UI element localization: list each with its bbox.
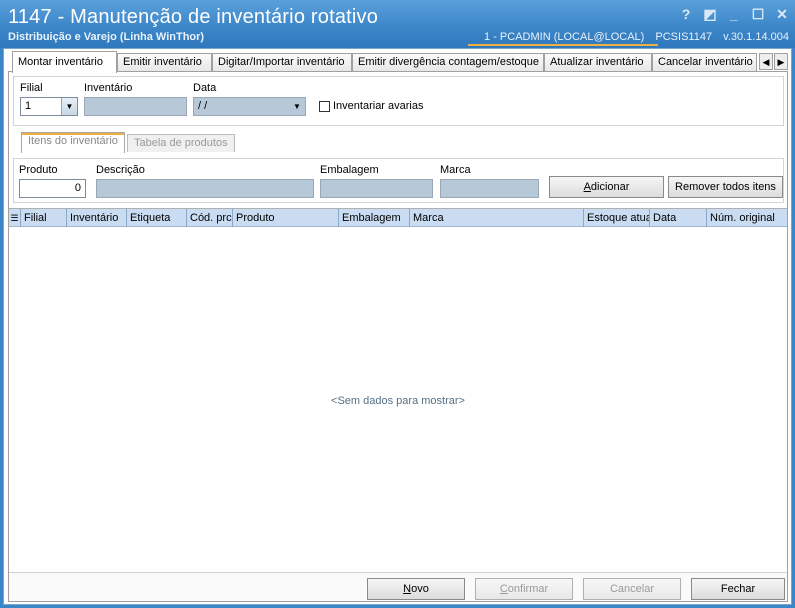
close-icon[interactable]: ✕ — [775, 6, 789, 22]
tab-tabela-produtos[interactable]: Tabela de produtos — [127, 134, 235, 152]
fechar-button[interactable]: Fechar — [691, 578, 785, 600]
tab-emitir-divergencia[interactable]: Emitir divergência contagem/estoque — [352, 53, 544, 72]
descricao-input — [96, 179, 314, 198]
col-produto[interactable]: Produto — [233, 209, 339, 227]
marca-label: Marca — [440, 164, 471, 176]
remove-all-button[interactable]: Remover todos itens — [668, 176, 783, 198]
produto-label: Produto — [19, 164, 58, 176]
cancelar-button[interactable]: Cancelar — [583, 578, 681, 600]
grid-empty-message: <Sem dados para mostrar> — [331, 395, 465, 407]
session-info: 1 - PCADMIN (LOCAL@LOCAL) PCSIS1147 v.30… — [476, 31, 789, 43]
restore-icon[interactable]: ◩ — [703, 6, 717, 22]
filial-value: 1 — [25, 100, 32, 112]
add-button[interactable]: Adicionar — [549, 176, 664, 198]
col-etiqueta[interactable]: Etiqueta — [127, 209, 187, 227]
column-chooser-icon[interactable]: ☰ — [9, 209, 21, 227]
window-title: 1147 - Manutenção de inventário rotativo — [8, 6, 379, 28]
tab-scroll-left-icon[interactable]: ◀ — [759, 53, 773, 70]
date-dropdown-icon[interactable]: ▼ — [289, 98, 305, 115]
avarias-checkbox[interactable] — [319, 101, 330, 112]
inventario-label: Inventário — [84, 82, 133, 94]
title-bar: 1147 - Manutenção de inventário rotativo… — [0, 0, 795, 48]
tab-atualizar-inventario[interactable]: Atualizar inventário — [544, 53, 652, 72]
filial-dropdown-icon[interactable]: ▼ — [61, 98, 77, 115]
data-input[interactable]: / / ▼ — [193, 97, 306, 116]
avarias-label[interactable]: Inventariar avarias — [333, 100, 424, 112]
items-group: Produto 0 Descrição Embalagem Marca Adic… — [13, 158, 784, 203]
tab-digitar-importar[interactable]: Digitar/Importar inventário — [212, 53, 352, 72]
embalagem-input — [320, 179, 433, 198]
embalagem-label: Embalagem — [320, 164, 379, 176]
tab-panel: Filial 1 ▼ Inventário Data / / ▼ Inventa… — [8, 71, 788, 602]
version-label: v.30.1.14.004 — [723, 31, 789, 43]
descricao-label: Descrição — [96, 164, 145, 176]
items-grid[interactable]: ☰ Filial Inventário Etiqueta Cód. prc Pr… — [9, 208, 787, 572]
user-info: 1 - PCADMIN (LOCAL@LOCAL) — [484, 31, 645, 43]
maximize-icon[interactable]: ☐ — [751, 6, 765, 22]
data-value: / / — [198, 100, 208, 112]
window-subtitle: Distribuição e Varejo (Linha WinThor) — [8, 31, 205, 43]
col-filial[interactable]: Filial — [21, 209, 67, 227]
title-accent — [468, 44, 658, 46]
program-code: PCSIS1147 — [655, 31, 713, 43]
filter-group: Filial 1 ▼ Inventário Data / / ▼ Inventa… — [13, 76, 784, 126]
tab-cancelar-inventario[interactable]: Cancelar inventário — [652, 53, 757, 72]
col-marca[interactable]: Marca — [410, 209, 584, 227]
col-estoque-atual[interactable]: Estoque atua — [584, 209, 650, 227]
window-controls: ? ◩ _ ☐ ✕ — [679, 6, 789, 22]
tab-montar-inventario[interactable]: Montar inventário — [12, 51, 117, 73]
col-embalagem[interactable]: Embalagem — [339, 209, 410, 227]
client-area: Montar inventário Emitir inventário Digi… — [3, 48, 792, 605]
filial-select[interactable]: 1 ▼ — [20, 97, 78, 116]
col-data[interactable]: Data — [650, 209, 707, 227]
minimize-icon[interactable]: _ — [727, 6, 741, 22]
inventario-input[interactable] — [84, 97, 187, 116]
produto-input[interactable]: 0 — [19, 179, 86, 198]
col-inventario[interactable]: Inventário — [67, 209, 127, 227]
col-cod-prod[interactable]: Cód. prc — [187, 209, 233, 227]
novo-button[interactable]: Novo — [367, 578, 465, 600]
marca-input — [440, 179, 539, 198]
footer-bar: Novo Confirmar Cancelar Fechar — [9, 572, 787, 601]
help-icon[interactable]: ? — [679, 6, 693, 22]
tab-scroll-right-icon[interactable]: ▶ — [774, 53, 788, 70]
tab-emitir-inventario[interactable]: Emitir inventário — [117, 53, 212, 72]
main-tabs: Montar inventário Emitir inventário Digi… — [8, 51, 788, 73]
data-label: Data — [193, 82, 217, 94]
grid-header: ☰ Filial Inventário Etiqueta Cód. prc Pr… — [9, 209, 787, 227]
col-num-original[interactable]: Núm. original — [707, 209, 787, 227]
tab-itens-inventario[interactable]: Itens do inventário — [21, 132, 125, 153]
confirmar-button[interactable]: Confirmar — [475, 578, 573, 600]
filial-label: Filial — [20, 82, 43, 94]
